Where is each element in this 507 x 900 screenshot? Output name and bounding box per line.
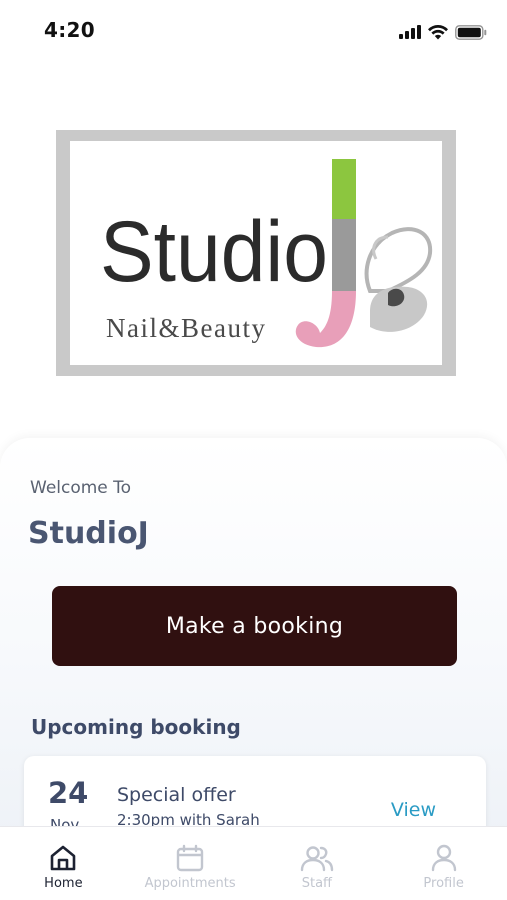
tab-staff[interactable]: Staff <box>254 827 381 900</box>
tab-staff-label: Staff <box>301 876 333 891</box>
welcome-label: Welcome To <box>30 478 132 498</box>
booking-day: 24 <box>48 776 89 810</box>
calendar-icon <box>176 844 204 872</box>
booking-title: Special offer <box>117 784 236 806</box>
view-booking-link[interactable]: View <box>391 799 436 821</box>
brand-name: StudioJ <box>28 516 149 551</box>
tab-appointments-label: Appointments <box>144 876 236 891</box>
profile-icon <box>431 844 456 872</box>
battery-icon <box>455 24 487 40</box>
tab-profile-label: Profile <box>423 876 464 891</box>
tab-home-label: Home <box>44 876 83 891</box>
bottom-tab-bar: Home Appointments Staff Profile <box>0 826 507 900</box>
home-icon <box>51 845 76 871</box>
staff-icon <box>300 846 334 872</box>
home-panel: Welcome To StudioJ Make a booking Upcomi… <box>0 438 507 866</box>
make-booking-button[interactable]: Make a booking <box>52 586 457 666</box>
cellular-signal-icon <box>399 25 421 39</box>
wifi-icon <box>428 24 448 39</box>
tab-profile[interactable]: Profile <box>380 827 507 900</box>
tab-appointments[interactable]: Appointments <box>127 827 254 900</box>
status-icons <box>399 22 487 42</box>
tab-home[interactable]: Home <box>0 827 127 900</box>
logo-inner: Studio Nail&Beauty <box>70 141 442 365</box>
logo-text-main: Studio <box>100 204 328 300</box>
logo-text-sub: Nail&Beauty <box>106 313 266 343</box>
studio-logo: Studio Nail&Beauty <box>56 130 456 376</box>
status-time: 4:20 <box>44 18 95 42</box>
upcoming-booking-title: Upcoming booking <box>31 715 241 739</box>
status-bar: 4:20 <box>0 0 507 60</box>
